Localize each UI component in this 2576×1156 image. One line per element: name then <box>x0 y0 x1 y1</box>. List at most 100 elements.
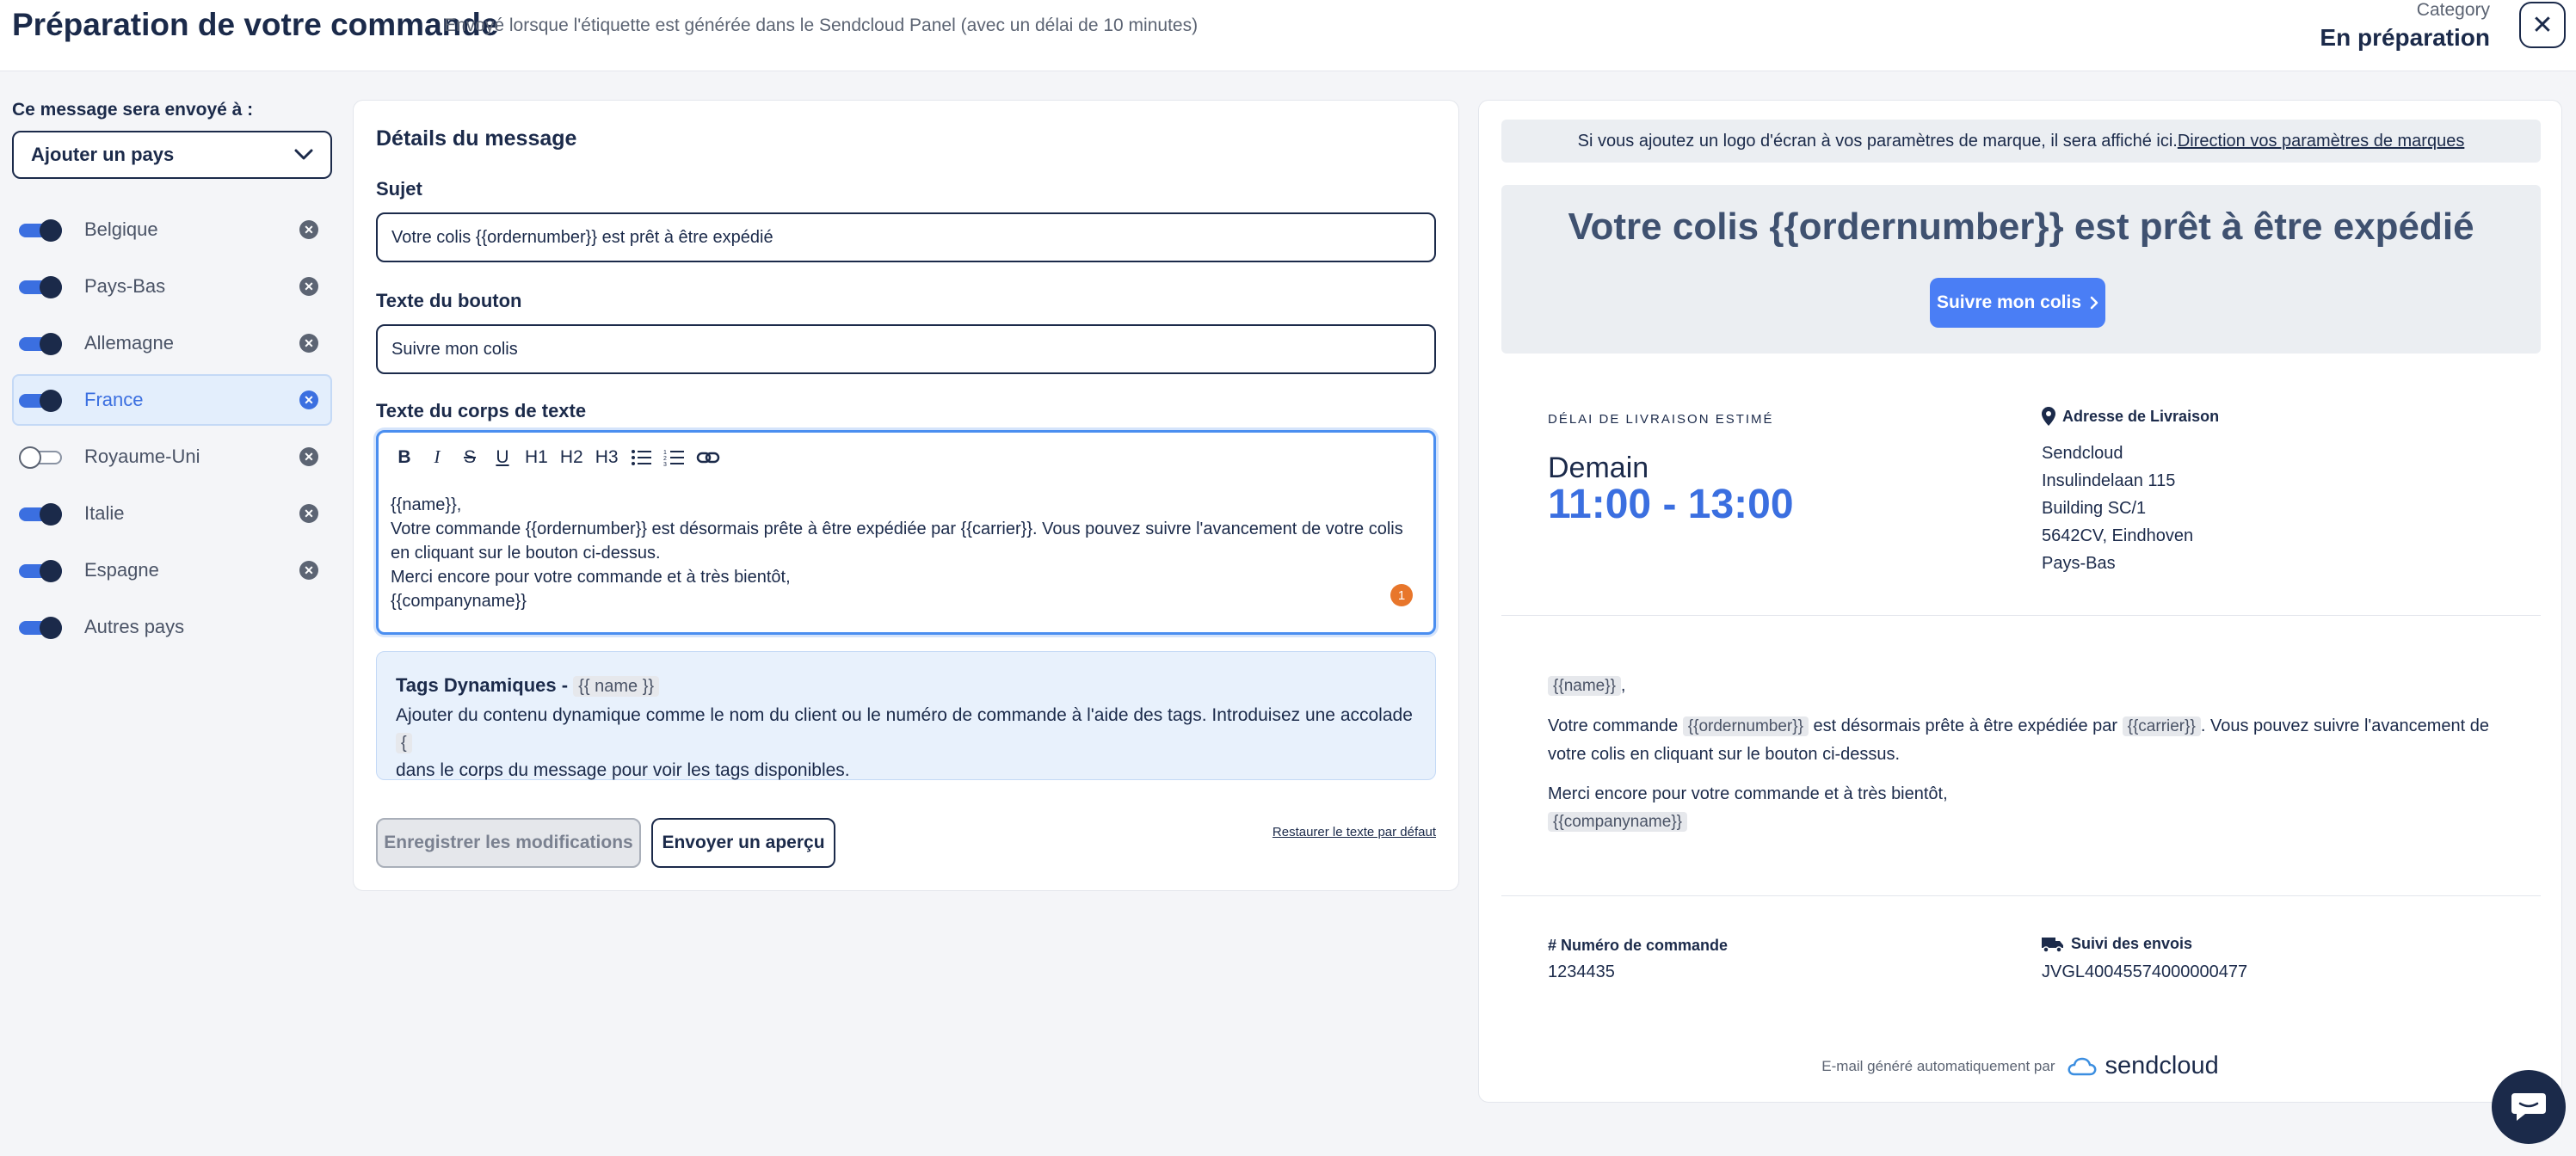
body-text: Votre commande <box>1548 716 1679 735</box>
subject-input[interactable]: Votre colis {{ordernumber}} est prêt à ê… <box>376 212 1436 262</box>
remove-icon[interactable]: ✕ <box>299 390 318 409</box>
country-toggle[interactable] <box>19 390 62 412</box>
track-parcel-button[interactable]: Suivre mon colis <box>1930 278 2105 328</box>
logo-note: Si vous ajoutez un logo d'écran à vos pa… <box>1501 120 2541 163</box>
country-item-pays-bas[interactable]: Pays-Bas ✕ <box>12 261 332 312</box>
country-item-france[interactable]: France ✕ <box>12 374 332 426</box>
tracking-title-text: Suivi des envois <box>2071 935 2193 952</box>
country-item-allemagne[interactable]: Allemagne ✕ <box>12 317 332 369</box>
country-toggle[interactable] <box>19 333 62 355</box>
strikethrough-button[interactable]: S <box>459 447 480 468</box>
address-line: Insulindelaan 115 <box>2042 471 2176 490</box>
address-line: 5642CV, Eindhoven <box>2042 526 2194 545</box>
page-header: Préparation de votre commande Envoyé lor… <box>0 0 2576 71</box>
order-number-value: 1234435 <box>1548 962 1615 981</box>
estimated-delivery-time: 11:00 - 13:00 <box>1548 482 1794 527</box>
tag-chip: {{ name }} <box>573 676 660 697</box>
tags-desc-end: dans le corps du message pour voir les t… <box>396 760 850 780</box>
brace-chip: { <box>396 733 412 753</box>
body-text: Merci encore pour votre commande et à tr… <box>1548 784 1948 803</box>
button-text-input[interactable]: Suivre mon colis <box>376 324 1436 374</box>
tags-title-text: Tags Dynamiques - <box>396 674 569 696</box>
message-details-card: Détails du message Sujet Votre colis {{o… <box>353 100 1459 891</box>
editor-line: Votre commande {{ordernumber}} est désor… <box>391 520 1403 563</box>
body-text: est désormais prête à être expédiée par <box>1813 716 2118 735</box>
remove-icon[interactable]: ✕ <box>299 220 318 239</box>
tags-title: Tags Dynamiques - {{ name }} <box>396 674 1416 697</box>
dynamic-tags-info: Tags Dynamiques - {{ name }} Ajouter du … <box>376 651 1436 780</box>
address-line: Pays-Bas <box>2042 554 2116 573</box>
tags-description: Ajouter du contenu dynamique comme le no… <box>396 702 1416 784</box>
svg-text:3: 3 <box>663 462 667 466</box>
delivery-address-title-text: Adresse de Livraison <box>2062 407 2220 425</box>
country-toggle[interactable] <box>19 617 62 639</box>
tags-desc-text: Ajouter du contenu dynamique comme le no… <box>396 705 1413 725</box>
email-hero: Votre colis {{ordernumber}} est prêt à ê… <box>1501 185 2541 354</box>
country-item-belgique[interactable]: Belgique ✕ <box>12 204 332 255</box>
close-icon: ✕ <box>2531 10 2554 40</box>
svg-text:1: 1 <box>663 450 667 456</box>
sendcloud-wordmark: sendcloud <box>2105 1052 2219 1079</box>
country-list: Belgique ✕ Pays-Bas ✕ Allemagne ✕ France… <box>12 204 332 658</box>
tag-chip: {{companyname}} <box>1548 812 1688 832</box>
editor-line: {{companyname}} <box>391 592 527 611</box>
svg-text:2: 2 <box>663 456 667 462</box>
tag-chip: {{carrier}} <box>2122 716 2201 736</box>
country-toggle[interactable] <box>19 219 62 242</box>
track-parcel-label: Suivre mon colis <box>1936 292 2082 312</box>
remove-icon[interactable]: ✕ <box>299 277 318 296</box>
bold-button[interactable]: B <box>394 447 415 468</box>
bullet-list-icon[interactable] <box>631 449 651 466</box>
category-value: En préparation <box>2320 24 2490 51</box>
tracking-title: Suivi des envois <box>2042 935 2192 953</box>
card-title: Détails du message <box>376 126 577 151</box>
country-toggle[interactable] <box>19 503 62 526</box>
hero-title: Votre colis {{ordernumber}} est prêt à ê… <box>1568 206 2474 248</box>
recipients-label: Ce message sera envoyé à : <box>12 100 254 120</box>
button-text-label: Texte du bouton <box>376 290 522 311</box>
remove-icon[interactable]: ✕ <box>299 504 318 523</box>
editor-content[interactable]: {{name}}, Votre commande {{ordernumber}}… <box>391 493 1423 613</box>
link-icon[interactable] <box>696 449 720 466</box>
h3-button[interactable]: H3 <box>595 447 619 468</box>
h1-button[interactable]: H1 <box>525 447 548 468</box>
close-button[interactable]: ✕ <box>2519 2 2566 48</box>
italic-button[interactable]: I <box>427 446 447 468</box>
order-number-title: # Numéro de commande <box>1548 937 1729 954</box>
page-title: Préparation de votre commande <box>12 7 499 42</box>
location-pin-icon <box>2042 407 2055 426</box>
editor-line: {{name}}, <box>391 495 462 514</box>
country-name: Autres pays <box>84 616 185 637</box>
underline-button[interactable]: U <box>492 447 513 468</box>
chevron-right-icon <box>2090 296 2098 310</box>
country-toggle[interactable] <box>19 276 62 298</box>
delivery-address: Sendcloud Insulindelaan 115 Building SC/… <box>2042 440 2193 577</box>
add-country-select[interactable]: Ajouter un pays <box>12 131 332 179</box>
chat-button[interactable] <box>2492 1070 2566 1144</box>
restore-default-link[interactable]: Restaurer le texte par défaut <box>1273 825 1436 839</box>
country-name: Belgique <box>84 218 158 240</box>
delivery-address-title: Adresse de Livraison <box>2042 407 2219 426</box>
country-name: Pays-Bas <box>84 275 166 297</box>
country-toggle[interactable] <box>19 560 62 582</box>
email-footer: E-mail généré automatiquement par sendcl… <box>1479 1052 2561 1080</box>
body-editor[interactable]: B I S U H1 H2 H3 1 2 3 {{name}}, Votre c… <box>376 430 1436 635</box>
country-name: France <box>84 389 144 410</box>
address-line: Building SC/1 <box>2042 499 2147 518</box>
country-item-royaume-uni[interactable]: Royaume-Uni ✕ <box>12 431 332 483</box>
save-button[interactable]: Enregistrer les modifications <box>376 818 641 868</box>
remove-icon[interactable]: ✕ <box>299 334 318 353</box>
numbered-list-icon[interactable]: 1 2 3 <box>663 449 684 466</box>
remove-icon[interactable]: ✕ <box>299 447 318 466</box>
greeting-suffix: , <box>1620 676 1626 695</box>
h2-button[interactable]: H2 <box>560 447 583 468</box>
remove-icon[interactable]: ✕ <box>299 561 318 580</box>
country-item-italie[interactable]: Italie ✕ <box>12 488 332 539</box>
country-item-espagne[interactable]: Espagne ✕ <box>12 544 332 596</box>
email-paragraph: Votre commande {{ordernumber}} est désor… <box>1548 712 2503 768</box>
brand-settings-link[interactable]: Direction vos paramètres de marques <box>2178 132 2464 151</box>
country-toggle[interactable] <box>19 446 62 469</box>
country-item-autres-pays[interactable]: Autres pays <box>12 601 332 653</box>
truck-icon <box>2042 937 2063 953</box>
send-preview-button[interactable]: Envoyer un aperçu <box>651 818 835 868</box>
